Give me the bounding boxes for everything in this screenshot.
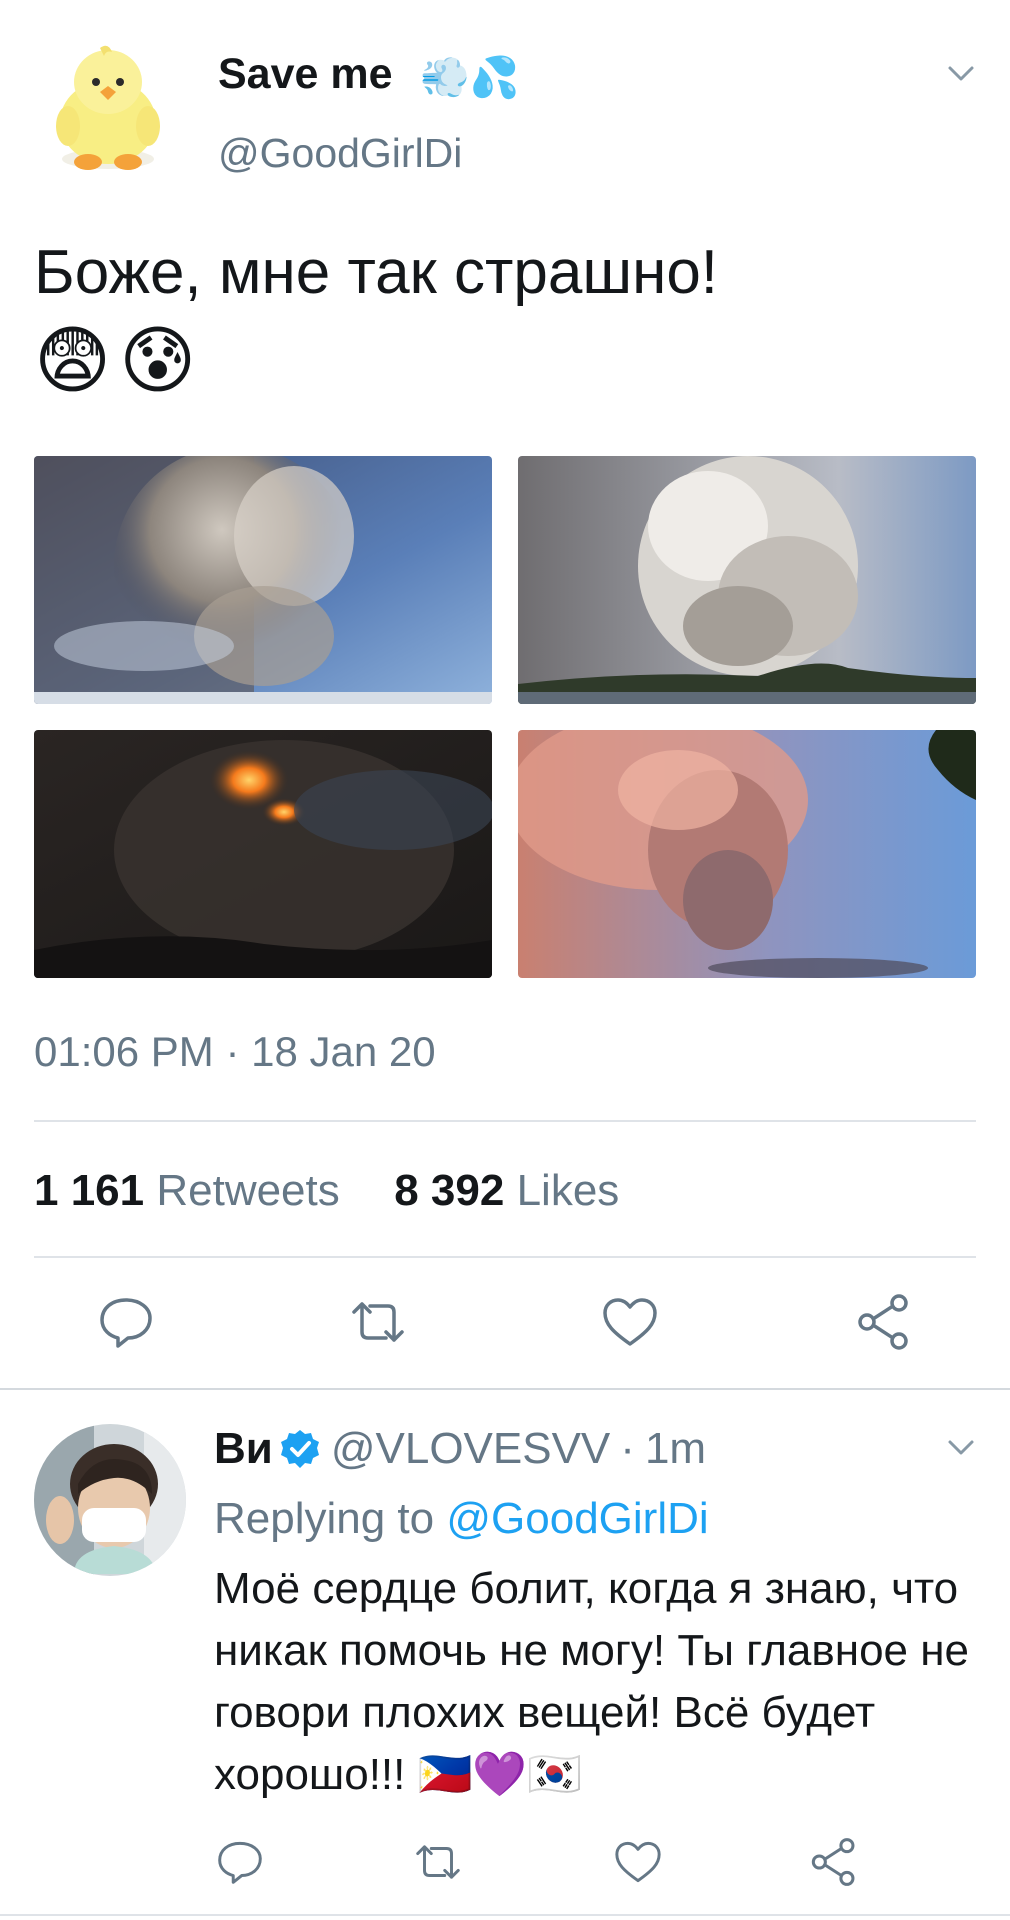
separator-dot: · [620, 1424, 635, 1473]
ash-column-photo[interactable] [518, 456, 976, 704]
replying-prefix: Replying to [214, 1494, 435, 1543]
pink-sunset-plume-photo[interactable] [518, 730, 976, 978]
replying-to: Replying to @GoodGirlDi [214, 1494, 709, 1544]
chevron-down-icon[interactable] [946, 1432, 976, 1462]
retweets-stat[interactable]: 1 161 Retweets [34, 1166, 340, 1215]
likes-count: 8 392 [394, 1166, 505, 1215]
likes-stat[interactable]: 8 392 Likes [394, 1166, 619, 1215]
night-lava-photo[interactable] [34, 730, 492, 978]
heart-icon[interactable] [612, 1838, 664, 1886]
retweets-count: 1 161 [34, 1166, 145, 1215]
reply-icon[interactable] [214, 1838, 266, 1886]
reply-avatar[interactable] [34, 1424, 186, 1576]
share-icon[interactable] [854, 1292, 914, 1352]
divider [0, 1914, 1010, 1916]
reply-text: Моё сердце болит, когда я знаю, что ника… [214, 1564, 970, 1799]
divider [34, 1120, 976, 1122]
replying-mention-link[interactable]: @GoodGirlDi [446, 1494, 708, 1543]
reply-author-handle[interactable]: @VLOVESVV [331, 1424, 610, 1474]
retweets-label: Retweets [156, 1166, 340, 1215]
section-divider [0, 1388, 1010, 1390]
retweet-icon[interactable] [346, 1294, 410, 1350]
reply-icon[interactable] [96, 1294, 156, 1350]
share-icon[interactable] [808, 1836, 860, 1888]
verified-badge-icon [279, 1428, 321, 1470]
heart-icon[interactable] [600, 1294, 660, 1350]
tweet-emoji: 😨😰 [34, 319, 205, 402]
avatar[interactable] [48, 44, 168, 174]
reply-header: Ви @VLOVESVV · 1m [214, 1424, 706, 1474]
chevron-down-icon[interactable] [946, 58, 976, 88]
reply-time[interactable]: 1m [645, 1424, 706, 1474]
tweet-text: Боже, мне так страшно! [34, 238, 719, 307]
author-handle[interactable]: @GoodGirlDi [218, 130, 462, 177]
divider [34, 1256, 976, 1258]
author-name[interactable]: Save me [218, 50, 393, 99]
reply-author-name[interactable]: Ви [214, 1424, 273, 1474]
retweet-icon[interactable] [410, 1838, 466, 1886]
tweet-timestamp[interactable]: 01:06 PM · 18 Jan 20 [34, 1028, 436, 1076]
likes-label: Likes [516, 1166, 620, 1215]
author-name-emoji: 💨💦 [420, 56, 520, 100]
eruption-plume-photo[interactable] [34, 456, 492, 704]
tweet-stats: 1 161 Retweets 8 392 Likes [34, 1166, 619, 1216]
